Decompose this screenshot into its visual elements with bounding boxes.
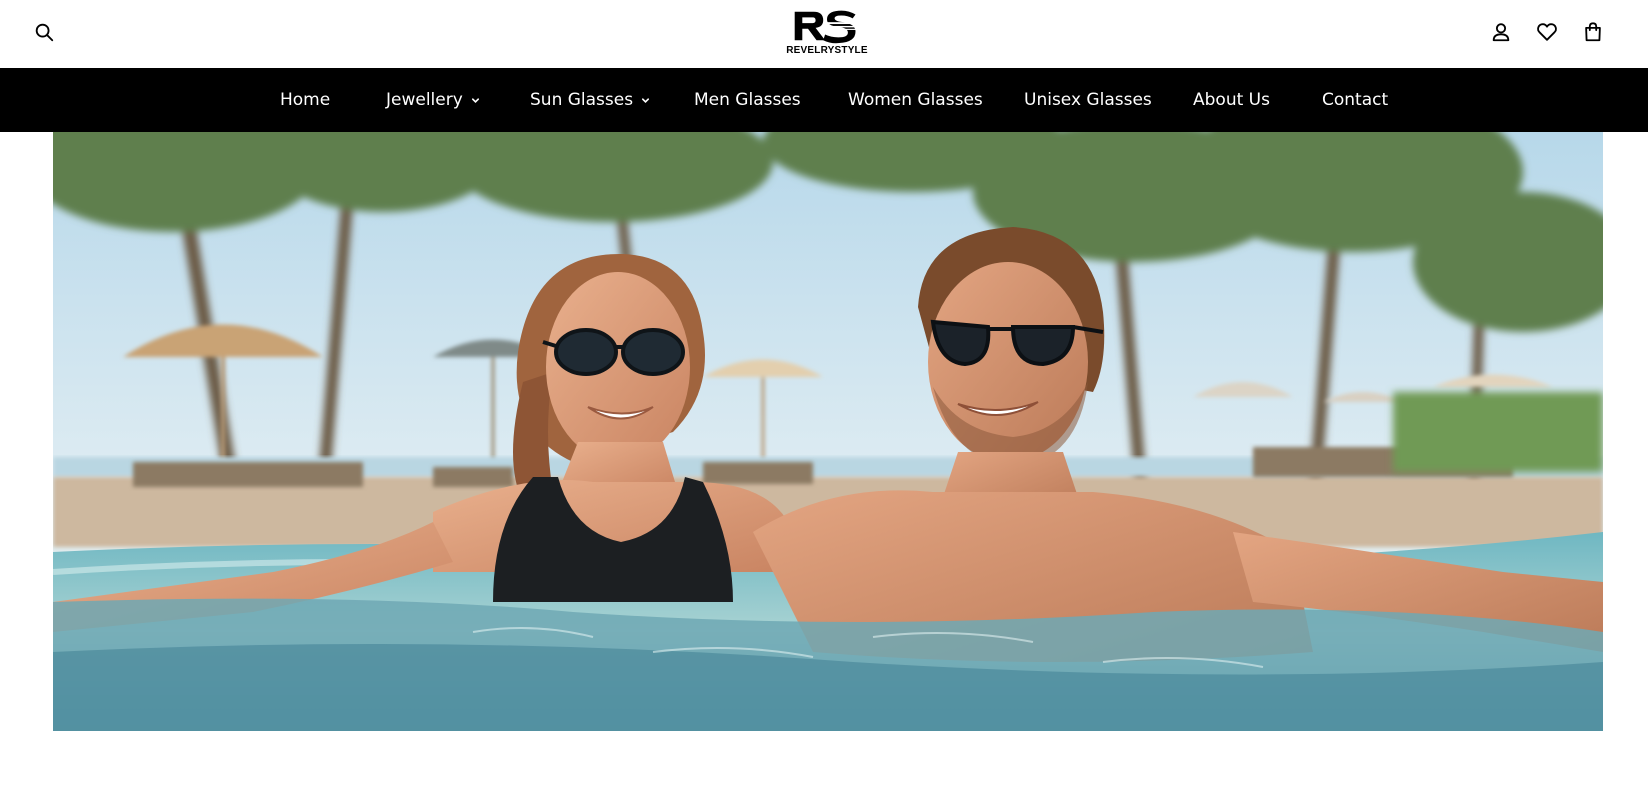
nav-item-men-glasses[interactable]: Men Glasses xyxy=(694,68,801,132)
nav-item-contact[interactable]: Contact xyxy=(1322,68,1388,132)
main-navigation: Home Jewellery Sun Glasses Men Glasses W… xyxy=(0,68,1648,132)
nav-item-sun-glasses[interactable]: Sun Glasses xyxy=(530,68,650,132)
logo-text: REVELRYSTYLE xyxy=(786,45,868,56)
chevron-down-icon xyxy=(641,96,650,105)
nav-item-jewellery[interactable]: Jewellery xyxy=(386,68,480,132)
hero-illustration xyxy=(53,132,1603,731)
nav-item-label: Men Glasses xyxy=(694,90,801,110)
search-icon[interactable] xyxy=(30,18,58,46)
nav-item-women-glasses[interactable]: Women Glasses xyxy=(848,68,983,132)
nav-item-label: Unisex Glasses xyxy=(1024,90,1152,110)
heart-icon[interactable] xyxy=(1533,18,1561,46)
chevron-down-icon xyxy=(471,96,480,105)
nav-item-label: Home xyxy=(280,90,331,110)
nav-item-home[interactable]: Home xyxy=(280,68,330,132)
nav-item-label: About Us xyxy=(1193,90,1270,110)
shopping-bag-icon[interactable] xyxy=(1579,18,1607,46)
hero-banner-image[interactable] xyxy=(53,132,1603,731)
site-logo[interactable]: REVELRYSTYLE xyxy=(786,6,868,58)
nav-item-label: Women Glasses xyxy=(848,90,983,110)
site-header: REVELRYSTYLE xyxy=(0,0,1648,68)
logo-mark-icon xyxy=(794,10,856,44)
nav-item-label: Contact xyxy=(1322,90,1389,110)
nav-item-unisex-glasses[interactable]: Unisex Glasses xyxy=(1024,68,1152,132)
nav-item-label: Jewellery xyxy=(386,90,463,110)
nav-item-label: Sun Glasses xyxy=(530,90,634,110)
user-icon[interactable] xyxy=(1487,18,1515,46)
nav-item-about-us[interactable]: About Us xyxy=(1193,68,1270,132)
